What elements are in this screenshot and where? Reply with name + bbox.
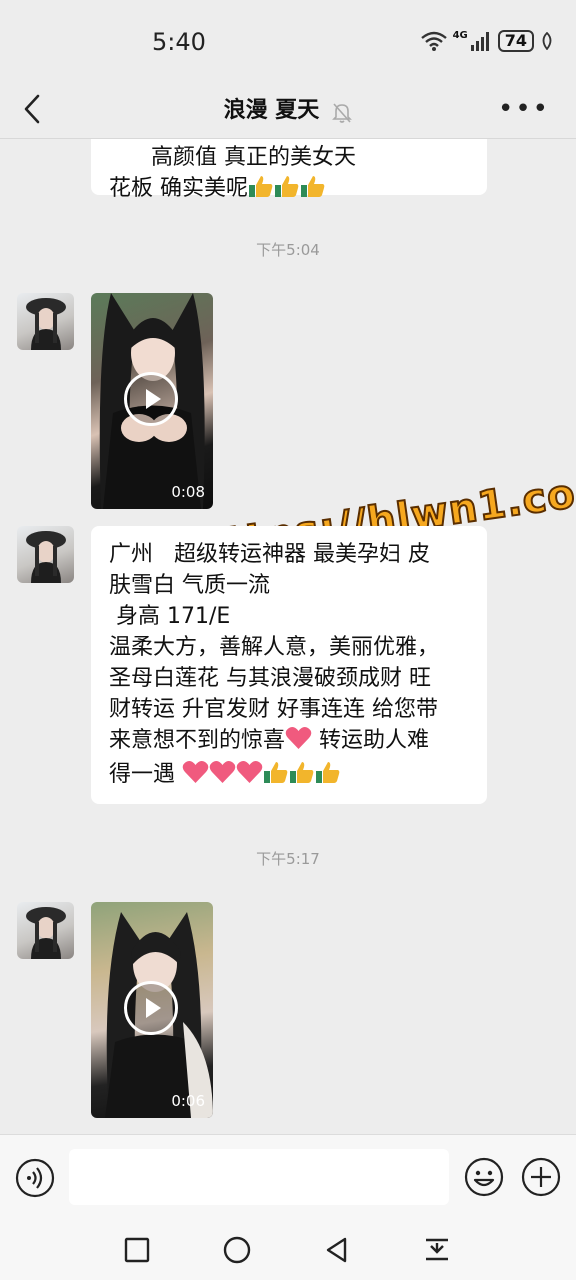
thumbs-up-icon	[300, 174, 326, 207]
avatar[interactable]	[17, 293, 74, 350]
thumbs-up-icon	[248, 174, 274, 207]
status-bar: 5:40 4G 74	[0, 0, 576, 80]
emoji-icon[interactable]	[464, 1157, 504, 1197]
play-icon	[146, 389, 161, 409]
heart-icon	[182, 760, 209, 793]
timestamp: 下午5:04	[256, 241, 320, 259]
heart-icon	[236, 760, 263, 793]
battery-indicator: 74	[497, 30, 534, 52]
play-button[interactable]	[124, 981, 178, 1035]
avatar-image	[26, 298, 66, 350]
avatar-image	[26, 531, 66, 583]
back-triangle-icon[interactable]	[321, 1234, 353, 1266]
thumbs-up-icon	[274, 174, 300, 207]
avatar[interactable]	[17, 902, 74, 959]
video-message[interactable]: 0:08	[91, 293, 213, 509]
video-duration: 0:08	[171, 483, 205, 501]
chat-title: 浪漫 夏天	[223, 98, 320, 123]
avatar-image	[26, 907, 66, 959]
system-navigation-bar	[0, 1224, 576, 1280]
signal-icon	[470, 32, 489, 51]
add-attachment-icon[interactable]	[521, 1157, 561, 1197]
voice-input-icon[interactable]	[15, 1158, 55, 1198]
heart-icon	[285, 726, 312, 759]
line-5: 圣母白莲花 与其浪漫破颈成财 旺	[109, 666, 431, 691]
video-message[interactable]: 0:06	[91, 902, 213, 1118]
notification-pull-icon[interactable]	[421, 1234, 453, 1266]
thumbs-up-icon	[289, 760, 315, 793]
message-text: 高颜值 真正的美女天 花板 确实美呢	[109, 139, 469, 238]
avatar[interactable]	[17, 526, 74, 583]
video-duration: 0:06	[171, 1092, 205, 1110]
line-7b: 转运助人难	[312, 728, 430, 753]
clock: 5:40	[152, 28, 206, 56]
play-icon	[146, 998, 161, 1018]
message-bubble[interactable]: 广州 超级转运神器 最美孕妇 皮 肤雪白 气质一流 身高 171/E 温柔大方，…	[91, 526, 487, 804]
leaf-icon	[542, 32, 552, 50]
line-6: 财转运 升官发财 好事连连 给您带	[109, 697, 438, 722]
home-circle-icon[interactable]	[221, 1234, 253, 1266]
title-area: 浪漫 夏天	[0, 92, 576, 124]
line-3: 身高 171/E	[109, 604, 231, 629]
message-bubble-partial[interactable]: 高颜值 真正的美女天 花板 确实美呢	[91, 139, 487, 201]
message-input[interactable]	[69, 1149, 449, 1205]
line-2: 肤雪白 气质一流	[109, 573, 270, 598]
message-text: 广州 超级转运神器 最美孕妇 皮 肤雪白 气质一流 身高 171/E 温柔大方，…	[109, 539, 487, 793]
line-4: 温柔大方，善解人意，美丽优雅，	[109, 635, 440, 660]
input-bar	[0, 1134, 576, 1225]
line-8: 得一遇	[109, 762, 182, 787]
heart-icon	[209, 760, 236, 793]
recents-square-icon[interactable]	[121, 1234, 153, 1266]
play-button[interactable]	[124, 372, 178, 426]
network-label: 4G	[452, 30, 468, 41]
thumbs-up-icon	[315, 760, 341, 793]
more-options-icon[interactable]: •••	[498, 94, 550, 124]
chat-header: 浪漫 夏天 •••	[0, 80, 576, 139]
line-7: 来意想不到的惊喜	[109, 728, 286, 753]
status-icons: 4G 74	[420, 30, 554, 52]
thumbs-up-icon	[263, 760, 289, 793]
timestamp: 下午5:17	[256, 850, 320, 868]
chat-message-list[interactable]: 高颜值 真正的美女天 花板 确实美呢 下午5:04 0:08 https://h…	[0, 139, 576, 1134]
line-1: 广州 超级转运神器 最美孕妇 皮	[109, 542, 430, 567]
mute-bell-icon	[332, 102, 353, 123]
wifi-icon	[420, 31, 447, 51]
